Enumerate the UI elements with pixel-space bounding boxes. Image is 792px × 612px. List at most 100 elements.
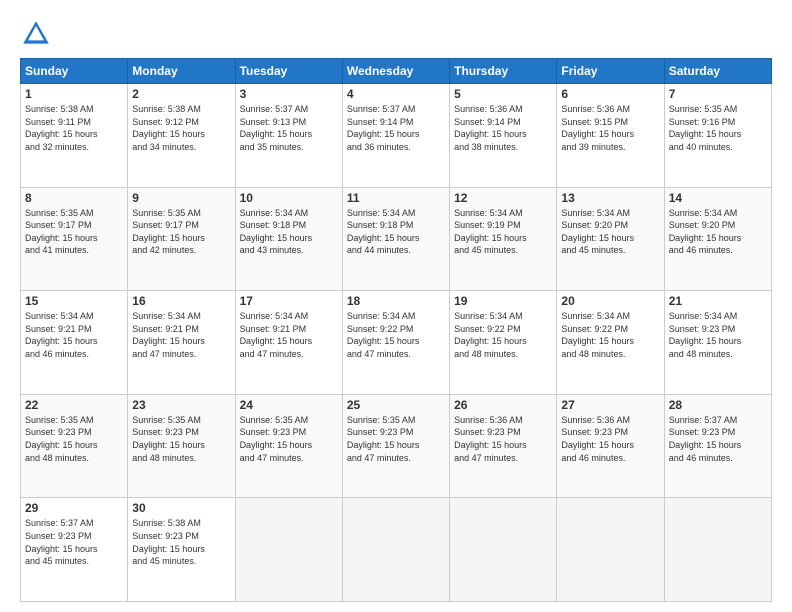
day-info: Sunrise: 5:34 AM Sunset: 9:23 PM Dayligh… (669, 310, 767, 360)
calendar-cell: 10Sunrise: 5:34 AM Sunset: 9:18 PM Dayli… (235, 187, 342, 291)
day-number: 16 (132, 294, 230, 308)
calendar-cell (557, 498, 664, 602)
calendar-week-1: 1 Sunrise: 5:38 AM Sunset: 9:11 PM Daylig… (21, 84, 772, 188)
calendar-cell: 3 Sunrise: 5:37 AM Sunset: 9:13 PM Daylig… (235, 84, 342, 188)
day-number: 23 (132, 398, 230, 412)
calendar-cell (664, 498, 771, 602)
calendar-cell: 27 Sunrise: 5:36 AM Sunset: 9:23 PM Dayli… (557, 394, 664, 498)
day-number: 28 (669, 398, 767, 412)
weekday-header-sunday: Sunday (21, 59, 128, 84)
calendar-cell: 5Sunrise: 5:36 AM Sunset: 9:14 PM Daylig… (450, 84, 557, 188)
day-info: Sunrise: 5:37 AM Sunset: 9:14 PM Dayligh… (347, 103, 445, 153)
day-info: Sunrise: 5:35 AM Sunset: 9:17 PM Dayligh… (25, 207, 123, 257)
calendar-cell: 24 Sunrise: 5:35 AM Sunset: 9:23 PM Dayli… (235, 394, 342, 498)
calendar-cell: 1 Sunrise: 5:38 AM Sunset: 9:11 PM Daylig… (21, 84, 128, 188)
weekday-header-friday: Friday (557, 59, 664, 84)
calendar-cell: 21 Sunrise: 5:34 AM Sunset: 9:23 PM Dayli… (664, 291, 771, 395)
day-info: Sunrise: 5:35 AM Sunset: 9:23 PM Dayligh… (132, 414, 230, 464)
day-info: Sunrise: 5:38 AM Sunset: 9:12 PM Dayligh… (132, 103, 230, 153)
day-number: 19 (454, 294, 552, 308)
day-number: 29 (25, 501, 123, 515)
weekday-header-saturday: Saturday (664, 59, 771, 84)
page: SundayMondayTuesdayWednesdayThursdayFrid… (0, 0, 792, 612)
day-number: 8 (25, 191, 123, 205)
logo (20, 18, 56, 50)
day-number: 20 (561, 294, 659, 308)
day-number: 2 (132, 87, 230, 101)
day-info: Sunrise: 5:36 AM Sunset: 9:15 PM Dayligh… (561, 103, 659, 153)
day-number: 1 (25, 87, 123, 101)
calendar-cell: 13 Sunrise: 5:34 AM Sunset: 9:20 PM Dayli… (557, 187, 664, 291)
day-number: 25 (347, 398, 445, 412)
day-info: Sunrise: 5:34 AM Sunset: 9:18 PM Dayligh… (347, 207, 445, 257)
day-number: 30 (132, 501, 230, 515)
day-info: Sunrise: 5:34 AM Sunset: 9:22 PM Dayligh… (347, 310, 445, 360)
day-number: 4 (347, 87, 445, 101)
calendar-cell: 28 Sunrise: 5:37 AM Sunset: 9:23 PM Dayli… (664, 394, 771, 498)
calendar-cell: 30 Sunrise: 5:38 AM Sunset: 9:23 PM Dayli… (128, 498, 235, 602)
day-number: 27 (561, 398, 659, 412)
day-info: Sunrise: 5:38 AM Sunset: 9:23 PM Dayligh… (132, 517, 230, 567)
calendar-cell: 23 Sunrise: 5:35 AM Sunset: 9:23 PM Dayli… (128, 394, 235, 498)
calendar-cell: 29Sunrise: 5:37 AM Sunset: 9:23 PM Dayli… (21, 498, 128, 602)
logo-icon (20, 18, 52, 50)
calendar-cell: 19 Sunrise: 5:34 AM Sunset: 9:22 PM Dayli… (450, 291, 557, 395)
day-info: Sunrise: 5:35 AM Sunset: 9:23 PM Dayligh… (347, 414, 445, 464)
day-number: 24 (240, 398, 338, 412)
day-number: 3 (240, 87, 338, 101)
day-info: Sunrise: 5:34 AM Sunset: 9:22 PM Dayligh… (454, 310, 552, 360)
day-info: Sunrise: 5:34 AM Sunset: 9:20 PM Dayligh… (561, 207, 659, 257)
calendar-cell (342, 498, 449, 602)
calendar-cell: 2 Sunrise: 5:38 AM Sunset: 9:12 PM Daylig… (128, 84, 235, 188)
day-info: Sunrise: 5:35 AM Sunset: 9:17 PM Dayligh… (132, 207, 230, 257)
calendar-cell: 26 Sunrise: 5:36 AM Sunset: 9:23 PM Dayli… (450, 394, 557, 498)
day-info: Sunrise: 5:35 AM Sunset: 9:16 PM Dayligh… (669, 103, 767, 153)
day-number: 26 (454, 398, 552, 412)
day-info: Sunrise: 5:34 AM Sunset: 9:21 PM Dayligh… (132, 310, 230, 360)
day-number: 18 (347, 294, 445, 308)
day-number: 13 (561, 191, 659, 205)
day-info: Sunrise: 5:34 AM Sunset: 9:19 PM Dayligh… (454, 207, 552, 257)
day-info: Sunrise: 5:35 AM Sunset: 9:23 PM Dayligh… (25, 414, 123, 464)
day-number: 14 (669, 191, 767, 205)
calendar-cell: 11 Sunrise: 5:34 AM Sunset: 9:18 PM Dayli… (342, 187, 449, 291)
day-number: 7 (669, 87, 767, 101)
calendar-cell: 16 Sunrise: 5:34 AM Sunset: 9:21 PM Dayli… (128, 291, 235, 395)
calendar-cell (450, 498, 557, 602)
calendar-week-3: 15 Sunrise: 5:34 AM Sunset: 9:21 PM Dayli… (21, 291, 772, 395)
day-number: 15 (25, 294, 123, 308)
day-info: Sunrise: 5:36 AM Sunset: 9:23 PM Dayligh… (454, 414, 552, 464)
day-number: 10 (240, 191, 338, 205)
calendar-cell: 20 Sunrise: 5:34 AM Sunset: 9:22 PM Dayli… (557, 291, 664, 395)
calendar-week-5: 29Sunrise: 5:37 AM Sunset: 9:23 PM Dayli… (21, 498, 772, 602)
day-info: Sunrise: 5:34 AM Sunset: 9:22 PM Dayligh… (561, 310, 659, 360)
day-info: Sunrise: 5:34 AM Sunset: 9:20 PM Dayligh… (669, 207, 767, 257)
day-info: Sunrise: 5:37 AM Sunset: 9:23 PM Dayligh… (669, 414, 767, 464)
calendar-cell: 8 Sunrise: 5:35 AM Sunset: 9:17 PM Daylig… (21, 187, 128, 291)
day-info: Sunrise: 5:34 AM Sunset: 9:21 PM Dayligh… (25, 310, 123, 360)
day-info: Sunrise: 5:36 AM Sunset: 9:14 PM Dayligh… (454, 103, 552, 153)
calendar-week-4: 22Sunrise: 5:35 AM Sunset: 9:23 PM Dayli… (21, 394, 772, 498)
day-info: Sunrise: 5:38 AM Sunset: 9:11 PM Dayligh… (25, 103, 123, 153)
calendar-cell: 6Sunrise: 5:36 AM Sunset: 9:15 PM Daylig… (557, 84, 664, 188)
calendar-table: SundayMondayTuesdayWednesdayThursdayFrid… (20, 58, 772, 602)
header (20, 18, 772, 50)
calendar-cell: 12 Sunrise: 5:34 AM Sunset: 9:19 PM Dayli… (450, 187, 557, 291)
day-info: Sunrise: 5:34 AM Sunset: 9:21 PM Dayligh… (240, 310, 338, 360)
day-number: 21 (669, 294, 767, 308)
day-info: Sunrise: 5:35 AM Sunset: 9:23 PM Dayligh… (240, 414, 338, 464)
day-info: Sunrise: 5:37 AM Sunset: 9:13 PM Dayligh… (240, 103, 338, 153)
calendar-cell: 9 Sunrise: 5:35 AM Sunset: 9:17 PM Daylig… (128, 187, 235, 291)
weekday-header-wednesday: Wednesday (342, 59, 449, 84)
day-number: 9 (132, 191, 230, 205)
day-number: 11 (347, 191, 445, 205)
day-number: 12 (454, 191, 552, 205)
calendar-cell: 14 Sunrise: 5:34 AM Sunset: 9:20 PM Dayli… (664, 187, 771, 291)
weekday-header-thursday: Thursday (450, 59, 557, 84)
calendar-cell: 18 Sunrise: 5:34 AM Sunset: 9:22 PM Dayli… (342, 291, 449, 395)
day-info: Sunrise: 5:36 AM Sunset: 9:23 PM Dayligh… (561, 414, 659, 464)
weekday-header-monday: Monday (128, 59, 235, 84)
day-number: 17 (240, 294, 338, 308)
weekday-header-tuesday: Tuesday (235, 59, 342, 84)
calendar-cell: 15 Sunrise: 5:34 AM Sunset: 9:21 PM Dayli… (21, 291, 128, 395)
